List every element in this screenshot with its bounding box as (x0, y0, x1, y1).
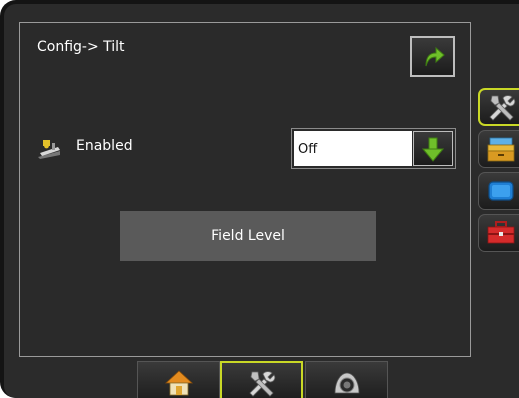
bottom-tab-camera[interactable] (305, 361, 388, 398)
tilt-implement-icon (38, 140, 60, 159)
console-icon (487, 137, 515, 162)
side-tab-monitor[interactable] (478, 172, 519, 210)
dropdown-toggle-button[interactable] (413, 131, 453, 166)
monitor-icon (488, 181, 514, 201)
side-tab-toolbox[interactable] (478, 214, 519, 252)
camera-icon (334, 372, 359, 394)
side-tab-tools[interactable] (478, 88, 519, 126)
side-tab-console[interactable] (478, 130, 519, 168)
page-title: Config-> Tilt (37, 39, 125, 55)
bottom-tab-home[interactable] (137, 361, 220, 398)
field-level-button[interactable]: Field Level (120, 211, 376, 261)
enabled-dropdown-value[interactable]: Off (294, 131, 412, 166)
enabled-dropdown[interactable]: Off (291, 128, 456, 169)
device-frame: Config-> Tilt Enabled Off Field Level (0, 0, 519, 398)
enabled-label: Enabled (76, 138, 133, 154)
back-button[interactable] (410, 36, 455, 77)
screen: Config-> Tilt Enabled Off Field Level (4, 4, 519, 398)
toolbox-icon (487, 221, 515, 244)
tools-icon (248, 370, 275, 397)
tools-icon (488, 95, 515, 121)
arrow-down-icon (422, 137, 444, 162)
config-panel: Config-> Tilt Enabled Off Field Level (19, 22, 471, 357)
home-icon (164, 370, 193, 396)
bottom-tab-tools[interactable] (220, 361, 303, 398)
return-arrow-icon (425, 46, 445, 66)
